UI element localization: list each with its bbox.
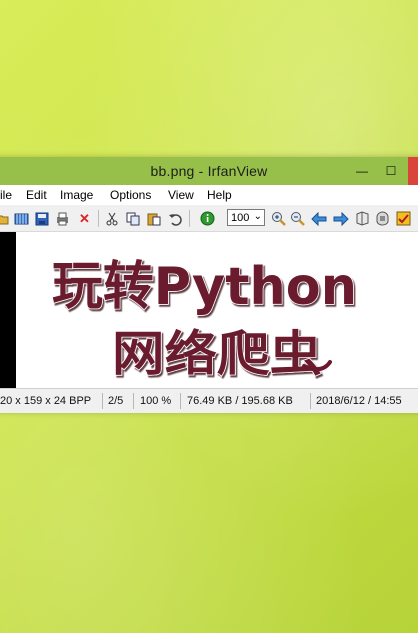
status-separator — [310, 393, 311, 409]
checkbox-icon[interactable] — [395, 210, 412, 227]
thumbnails-icon[interactable] — [13, 210, 30, 227]
print-icon[interactable] — [54, 210, 71, 227]
open-icon[interactable] — [0, 210, 11, 227]
menu-view[interactable]: View — [168, 188, 194, 202]
status-separator — [133, 393, 134, 409]
toolbar-separator — [189, 210, 190, 227]
maximize-button[interactable]: ☐ — [380, 157, 402, 185]
close-button[interactable] — [408, 157, 418, 185]
zoom-in-icon[interactable] — [270, 210, 287, 227]
settings-icon[interactable] — [374, 210, 391, 227]
title-bar[interactable]: bb.png - IrfanView — ☐ — [0, 157, 418, 185]
copy-icon[interactable] — [124, 210, 141, 227]
chevron-down-icon: ⌄ — [253, 211, 262, 222]
zoom-select[interactable]: 100 ⌄ — [227, 209, 265, 226]
status-zoom: 100 % — [140, 395, 172, 407]
save-icon[interactable] — [33, 210, 50, 227]
previous-icon[interactable] — [310, 210, 327, 227]
menu-edit[interactable]: Edit — [26, 188, 47, 202]
next-icon[interactable] — [332, 210, 349, 227]
image-title-line1: 玩转Python — [52, 257, 357, 317]
slideshow-icon[interactable] — [354, 210, 371, 227]
status-dimensions: 20 x 159 x 24 BPP — [0, 395, 92, 407]
status-separator — [102, 393, 103, 409]
zoom-out-icon[interactable] — [289, 210, 306, 227]
menu-bar: ile Edit Image Options View Help — [0, 185, 418, 205]
irfanview-window: bb.png - IrfanView — ☐ ile Edit Image Op… — [0, 157, 418, 413]
image-content: 玩转Python 网络爬虫 — [51, 238, 362, 384]
image-border — [0, 232, 16, 388]
toolbar: ✕ 100 ⌄ — [0, 205, 418, 232]
status-separator — [180, 393, 181, 409]
menu-image[interactable]: Image — [60, 188, 93, 202]
delete-icon[interactable]: ✕ — [76, 210, 93, 227]
status-datetime: 2018/6/12 / 14:55 — [316, 395, 402, 407]
status-bar: 20 x 159 x 24 BPP 2/5 100 % 76.49 KB / 1… — [0, 388, 418, 413]
menu-options[interactable]: Options — [110, 188, 151, 202]
menu-file[interactable]: ile — [0, 188, 12, 202]
undo-icon[interactable] — [166, 210, 183, 227]
status-index: 2/5 — [108, 395, 124, 407]
zoom-select-value: 100 — [231, 211, 250, 224]
cut-icon[interactable] — [103, 210, 120, 227]
menu-help[interactable]: Help — [207, 188, 232, 202]
status-file-size: 76.49 KB / 195.68 KB — [187, 395, 293, 407]
image-title-line2: 网络爬虫 — [112, 326, 322, 382]
image-canvas[interactable]: 玩转Python 网络爬虫 — [0, 232, 418, 388]
paste-icon[interactable] — [145, 210, 162, 227]
minimize-button[interactable]: — — [352, 157, 372, 185]
toolbar-separator — [98, 210, 99, 227]
info-icon[interactable] — [199, 210, 216, 227]
